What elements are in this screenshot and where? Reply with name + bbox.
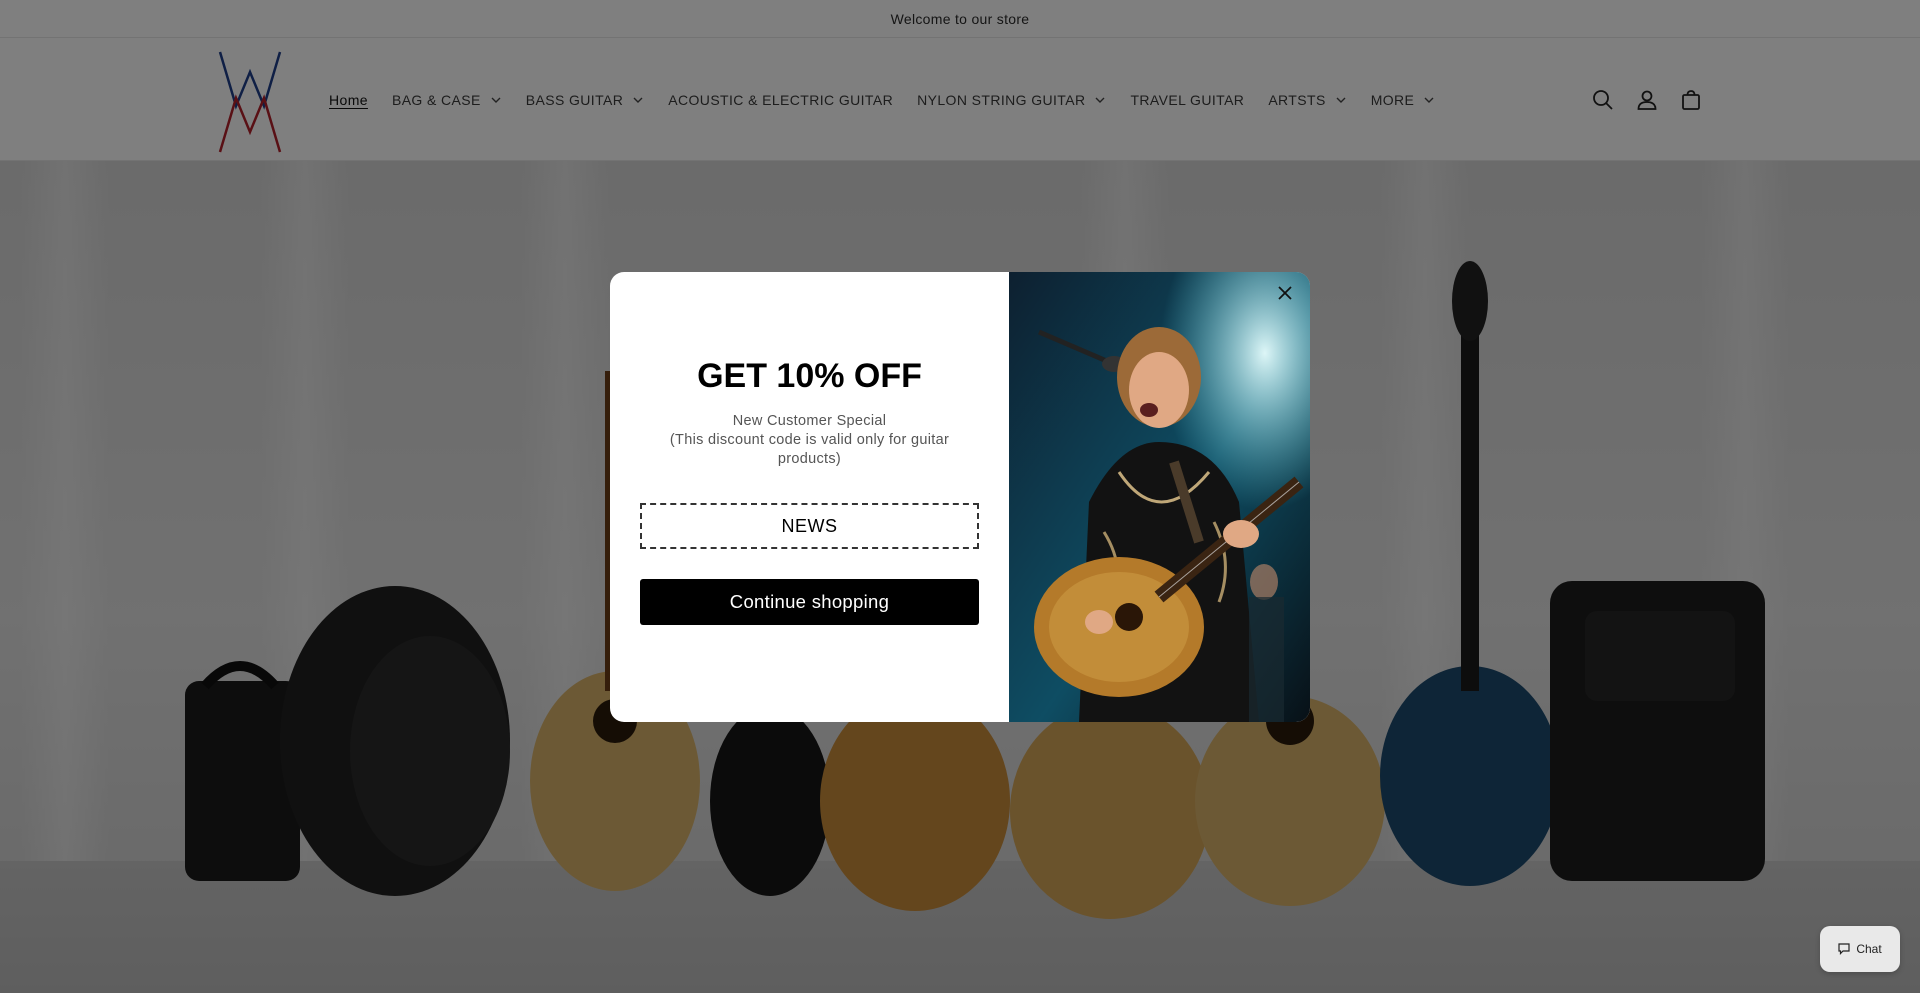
discount-popup: GET 10% OFF New Customer Special (This d…: [610, 272, 1310, 722]
popup-subtitle: New Customer Special (This discount code…: [660, 412, 959, 469]
popup-title: GET 10% OFF: [697, 357, 922, 395]
chat-bubble-icon: [1838, 943, 1850, 955]
discount-code[interactable]: NEWS: [640, 503, 979, 549]
close-popup-button[interactable]: [1274, 282, 1296, 304]
guitarist-photo: [1009, 272, 1310, 722]
popup-image: [1009, 272, 1310, 722]
chat-label: Chat: [1856, 942, 1882, 956]
close-icon: [1278, 286, 1292, 300]
chat-button[interactable]: Chat: [1820, 926, 1900, 972]
continue-shopping-button[interactable]: Continue shopping: [640, 579, 979, 625]
popup-subtitle-line1: New Customer Special: [732, 413, 887, 429]
popup-subtitle-line2: (This discount code is valid only for gu…: [669, 432, 950, 467]
popup-content: GET 10% OFF New Customer Special (This d…: [610, 272, 1009, 722]
